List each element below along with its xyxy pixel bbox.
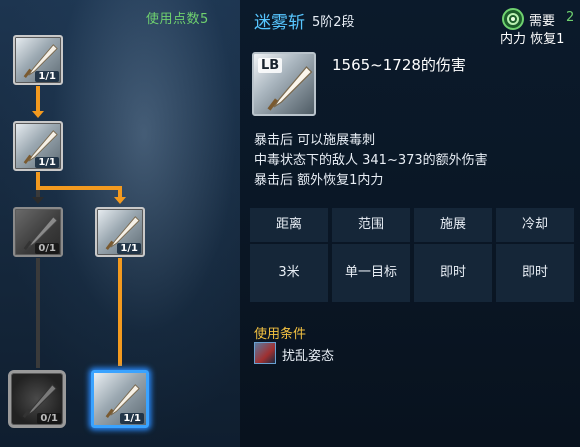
skill-damage: 1565~1728的伤害 xyxy=(332,56,466,74)
stat-value: 单一目标 xyxy=(332,244,410,302)
condition-item: 扰乱姿态 xyxy=(282,349,335,364)
stance-icon xyxy=(254,342,276,364)
skill-node[interactable]: 1/1 xyxy=(13,35,63,85)
skill-effects: 暴击后 可以施展毒刺 中毒状态下的敌人 341~373的额外伤害 暴击后 额外恢… xyxy=(254,131,574,191)
node-level: 0/1 xyxy=(37,413,61,424)
requirement-sub: 内力 恢复1 xyxy=(500,32,565,47)
effect-line: 中毒状态下的敌人 341~373的额外伤害 xyxy=(254,153,488,168)
connector-3-5 xyxy=(36,258,40,368)
effect-line: 暴击后 可以施展毒刺 xyxy=(254,133,376,148)
internal-energy-icon xyxy=(502,8,524,30)
skill-node[interactable]: 1/1 xyxy=(13,121,63,171)
skill-node-selected[interactable]: 1/1 xyxy=(91,370,149,428)
skill-tree-panel: 使用点数5 1/1 1/1 0/1 1/1 0/1 1/1 xyxy=(0,0,240,447)
skill-icon: LB xyxy=(252,52,316,116)
skill-name: 迷雾斩 xyxy=(254,13,305,33)
stat-header: 距离 xyxy=(250,208,328,242)
conditions-label: 使用条件 xyxy=(254,327,307,342)
connector-4-6 xyxy=(118,258,122,366)
skill-node[interactable]: 1/1 xyxy=(95,207,145,257)
node-level: 1/1 xyxy=(120,413,144,424)
node-level: 0/1 xyxy=(35,243,59,254)
skill-rank: 5阶2段 xyxy=(312,15,355,30)
node-level: 1/1 xyxy=(117,243,141,254)
key-binding-badge: LB xyxy=(258,58,283,73)
skill-node-locked[interactable]: 0/1 xyxy=(13,207,63,257)
skill-node-locked[interactable]: 0/1 xyxy=(8,370,66,428)
stat-value: 即时 xyxy=(414,244,492,302)
stat-value: 3米 xyxy=(250,244,328,302)
connector-arrow-left xyxy=(32,197,44,204)
stat-value: 即时 xyxy=(496,244,574,302)
stat-header: 冷却 xyxy=(496,208,574,242)
connector-arrow-right xyxy=(114,197,126,204)
stat-header: 施展 xyxy=(414,208,492,242)
requirement-value: 2 xyxy=(566,10,575,25)
node-level: 1/1 xyxy=(35,71,59,82)
skill-detail-panel: 迷雾斩 5阶2段 需要 2 内力 恢复1 LB 1565~1728的伤害 暴击后… xyxy=(240,0,580,447)
connector-branch-horizontal xyxy=(36,186,122,190)
stat-header: 范围 xyxy=(332,208,410,242)
connector-arrow-1-2 xyxy=(32,111,44,118)
connector-1-2 xyxy=(36,86,40,114)
node-level: 1/1 xyxy=(35,157,59,168)
points-used-label: 使用点数5 xyxy=(146,12,209,27)
effect-line: 暴击后 额外恢复1内力 xyxy=(254,173,384,188)
requirement-label: 需要 xyxy=(529,14,556,29)
